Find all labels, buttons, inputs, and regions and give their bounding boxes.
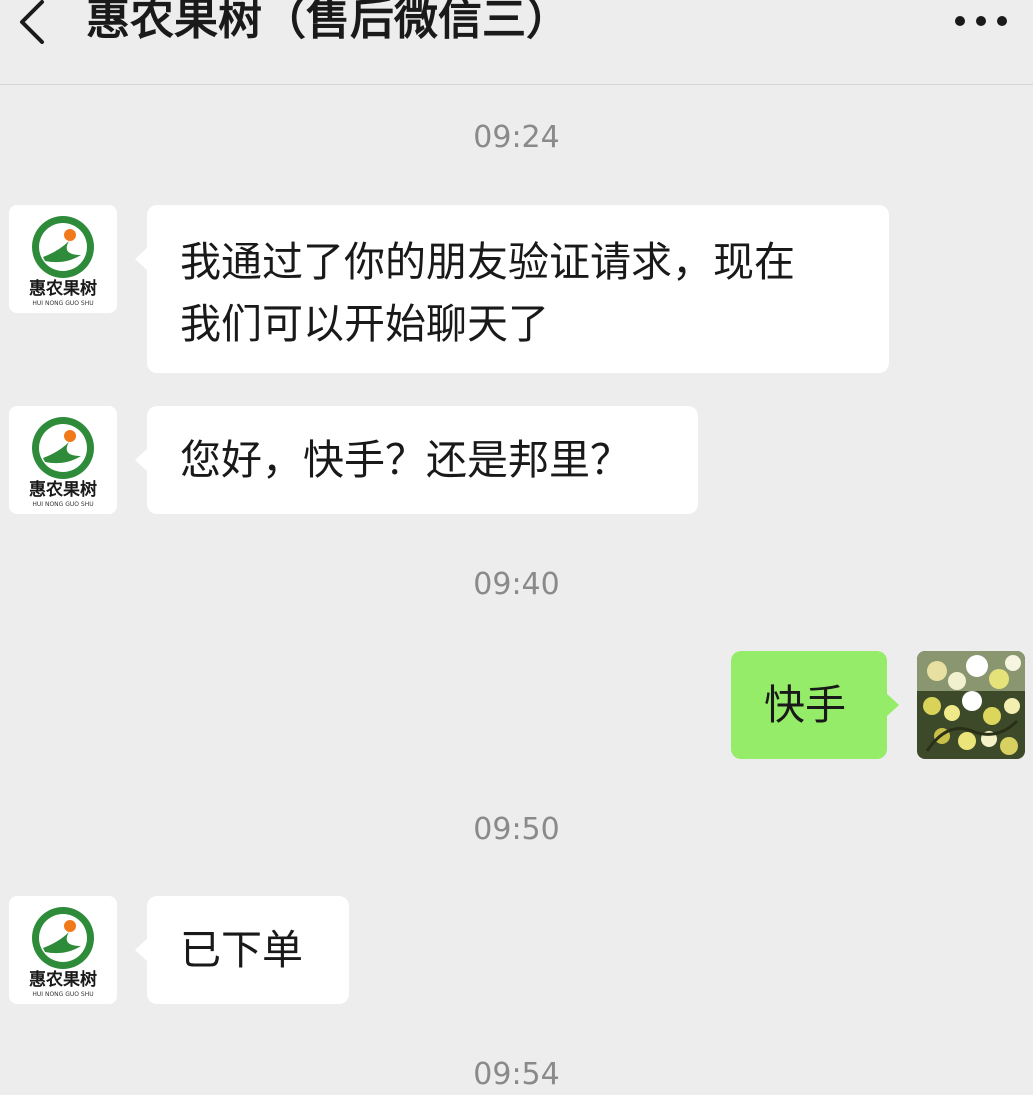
logo-icon: 惠农果树 HUI NONG GUO SHU [29,216,97,307]
message-line: 我们可以开始聊天了 [180,300,549,348]
incoming-message[interactable]: 已下单 [135,896,349,1004]
timestamp: 09:40 [473,567,560,602]
logo-icon: 惠农果树 HUI NONG GUO SHU [29,417,97,508]
svg-text:HUI NONG GUO SHU: HUI NONG GUO SHU [32,501,93,508]
svg-text:惠农果树: 惠农果树 [29,969,97,990]
timestamp: 09:54 [473,1057,560,1092]
chat-title: 惠农果树（售后微信三） [86,0,570,45]
user-avatar[interactable] [917,651,1025,759]
contact-avatar[interactable]: 惠农果树 HUI NONG GUO SHU [9,406,117,514]
logo-icon: 惠农果树 HUI NONG GUO SHU [29,907,97,998]
svg-text:惠农果树: 惠农果树 [29,278,97,299]
message-line: 我通过了你的朋友验证请求，现在 [180,238,795,286]
svg-text:HUI NONG GUO SHU: HUI NONG GUO SHU [32,991,93,998]
message-line: 已下单 [180,926,303,974]
outgoing-message[interactable]: 快手 [731,651,899,759]
message-line: 快手 [764,681,846,729]
message-line: 您好，快手？还是邦里？ [180,436,631,484]
timestamp: 09:24 [473,120,560,155]
incoming-message[interactable]: 我通过了你的朋友验证请求，现在 我们可以开始聊天了 [135,205,889,373]
more-dots-icon[interactable] [954,12,1008,30]
svg-text:HUI NONG GUO SHU: HUI NONG GUO SHU [32,300,93,307]
contact-avatar[interactable]: 惠农果树 HUI NONG GUO SHU [9,205,117,313]
contact-avatar[interactable]: 惠农果树 HUI NONG GUO SHU [9,896,117,1004]
incoming-message[interactable]: 您好，快手？还是邦里？ [135,406,698,514]
chevron-left-icon[interactable] [14,0,54,44]
chat-header: 惠农果树（售后微信三） [0,0,1033,85]
svg-text:惠农果树: 惠农果树 [29,479,97,500]
timestamp: 09:50 [473,812,560,847]
flower-photo-icon [917,651,1025,759]
